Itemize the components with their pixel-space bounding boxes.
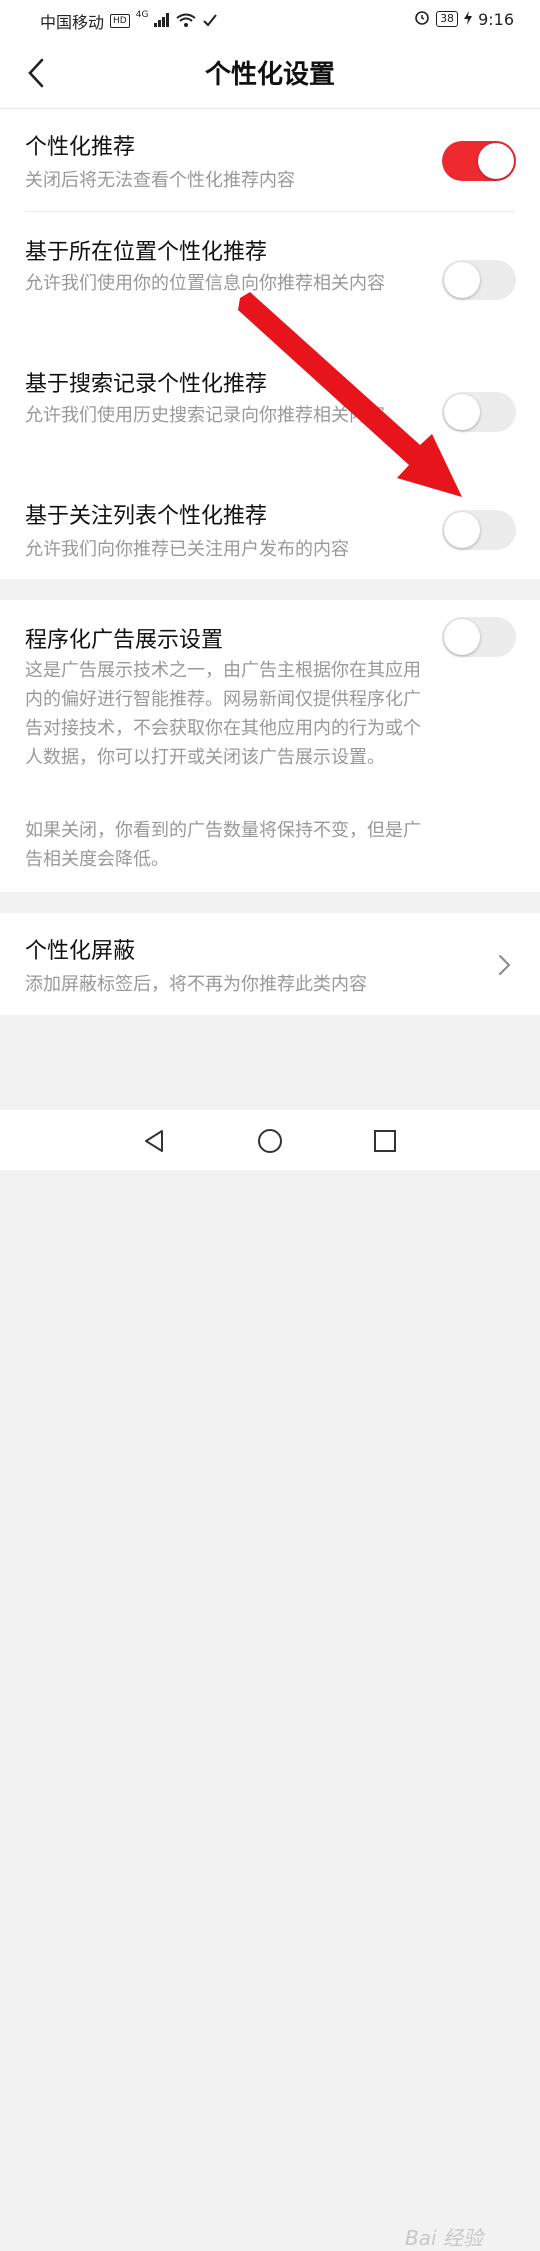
personalization-section: 个性化推荐 关闭后将无法查看个性化推荐内容 基于所在位置个性化推荐 允许我们使用… [0, 109, 540, 579]
nav-back-button[interactable] [140, 1126, 170, 1156]
system-nav-bar: Bai 经验 [0, 1110, 540, 2250]
setting-row-following: 基于关注列表个性化推荐 允许我们向你推荐已关注用户发布的内容 [0, 476, 540, 579]
carrier-name: 中国移动 [40, 13, 105, 32]
network-type: 4G [135, 10, 149, 20]
ad-section: 程序化广告展示设置 这是广告展示技术之一，由广告主根据你在其应用内的偏好进行智能… [0, 600, 540, 892]
setting-row-personalized: 个性化推荐 关闭后将无法查看个性化推荐内容 [0, 109, 540, 211]
toggle-knob [444, 619, 480, 655]
battery-level: 38 [436, 11, 459, 27]
toggle-knob [478, 143, 514, 179]
ad-setting-note: 如果关闭，你看到的广告数量将保持不变，但是广告相关度会降低。 [25, 820, 421, 870]
alarm-icon [414, 9, 430, 29]
page-title: 个性化设置 [204, 60, 335, 90]
status-bar: 中国移动 HD 4G 38 9:16 [0, 0, 540, 38]
clock-time: 9:16 [478, 9, 514, 29]
block-desc: 添加屏蔽标签后，将不再为你推荐此类内容 [25, 974, 367, 995]
watermark-logo: Bai 经验 [405, 2226, 483, 2250]
setting-row-location: 基于所在位置个性化推荐 允许我们使用你的位置信息向你推荐相关内容 [0, 212, 540, 344]
setting-title: 基于所在位置个性化推荐 [25, 240, 268, 265]
block-title: 个性化屏蔽 [25, 939, 136, 964]
ad-setting-desc: 这是广告展示技术之一，由广告主根据你在其应用内的偏好进行智能推荐。网易新闻仅提供… [25, 660, 421, 768]
wifi-icon [176, 12, 197, 31]
chevron-right-icon [494, 953, 514, 977]
toggle-knob [444, 394, 480, 430]
signal-icon [154, 12, 170, 30]
toggle-ad[interactable] [442, 617, 516, 657]
charging-icon [464, 10, 473, 29]
toggle-location[interactable] [442, 260, 516, 300]
triangle-back-icon [145, 1130, 163, 1152]
nav-recents-button[interactable] [370, 1126, 400, 1156]
hd-badge: HD [110, 14, 130, 28]
toggle-personalized[interactable] [442, 141, 516, 181]
ad-setting-title: 程序化广告展示设置 [25, 628, 224, 653]
setting-title: 基于搜索记录个性化推荐 [25, 372, 268, 397]
setting-title: 个性化推荐 [25, 135, 136, 160]
toggle-knob [444, 512, 480, 548]
toggle-search-history[interactable] [442, 392, 516, 432]
setting-desc: 允许我们使用历史搜索记录向你推荐相关内容 [25, 405, 385, 426]
block-section[interactable]: 个性化屏蔽 添加屏蔽标签后，将不再为你推荐此类内容 [0, 913, 540, 1015]
setting-desc: 关闭后将无法查看个性化推荐内容 [25, 170, 295, 191]
circle-home-icon [258, 1129, 282, 1153]
toggle-knob [444, 262, 480, 298]
setting-title: 基于关注列表个性化推荐 [25, 504, 268, 529]
toggle-following[interactable] [442, 510, 516, 550]
setting-desc: 允许我们向你推荐已关注用户发布的内容 [25, 539, 349, 560]
data-saver-icon [202, 12, 218, 31]
page-header: 个性化设置 [0, 38, 540, 109]
setting-row-search-history: 基于搜索记录个性化推荐 允许我们使用历史搜索记录向你推荐相关内容 [0, 344, 540, 476]
setting-desc: 允许我们使用你的位置信息向你推荐相关内容 [25, 273, 385, 294]
nav-home-button[interactable] [255, 1126, 285, 1156]
square-recents-icon [374, 1130, 396, 1152]
